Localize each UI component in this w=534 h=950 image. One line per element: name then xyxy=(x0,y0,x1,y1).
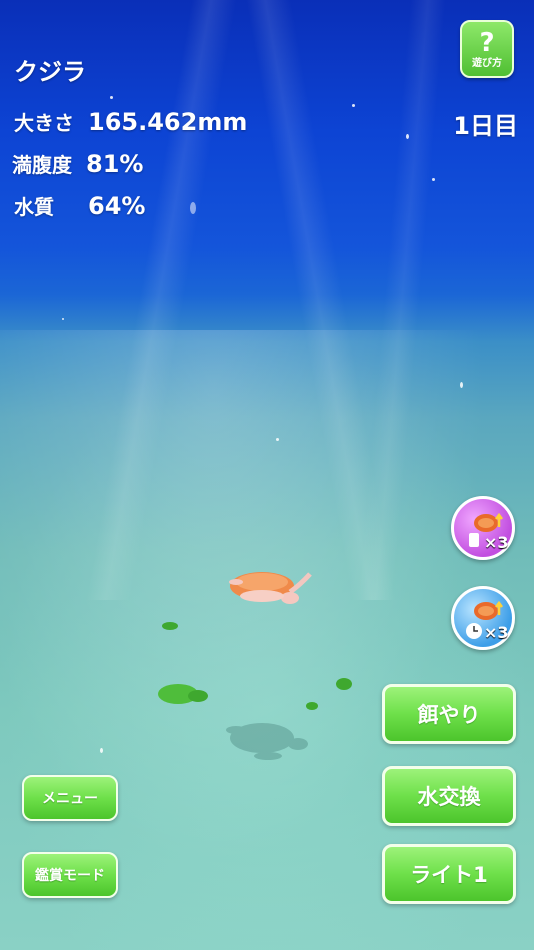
help-label: 遊び方 xyxy=(472,58,502,69)
species-name: クジラ xyxy=(14,58,86,86)
fullness-label: 満腹度 xyxy=(12,153,72,177)
tap-boost-multiplier: ×3 xyxy=(484,533,509,552)
feed-button[interactable]: 餌やり xyxy=(382,684,516,744)
water-label: 水質 xyxy=(14,195,54,219)
moss-rock xyxy=(158,622,352,710)
day-counter: 1日目 xyxy=(453,112,518,140)
water-value: 64% xyxy=(88,192,146,220)
time-boost-button[interactable]: ×3 xyxy=(451,586,515,650)
water-change-button[interactable]: 水交換 xyxy=(382,766,516,826)
fullness-value: 81% xyxy=(86,150,144,178)
question-icon: ? xyxy=(479,28,495,58)
menu-button[interactable]: メニュー xyxy=(22,775,118,821)
size-value: 165.462mm xyxy=(88,108,248,136)
viewing-mode-button[interactable]: 鑑賞モード xyxy=(22,852,118,898)
help-button[interactable]: ? 遊び方 xyxy=(460,20,514,78)
turtle-icon[interactable] xyxy=(229,572,312,604)
fullness-stat: 満腹度 81% xyxy=(12,149,143,178)
time-boost-multiplier: ×3 xyxy=(484,623,509,642)
size-label: 大きさ xyxy=(14,111,74,135)
tap-boost-button[interactable]: ×3 xyxy=(451,496,515,560)
light-button[interactable]: ライト1 xyxy=(382,844,516,904)
water-quality-stat: 水質 64% xyxy=(14,191,145,220)
size-stat: 大きさ 165.462mm xyxy=(14,107,247,136)
turtle-shadow xyxy=(226,723,308,760)
